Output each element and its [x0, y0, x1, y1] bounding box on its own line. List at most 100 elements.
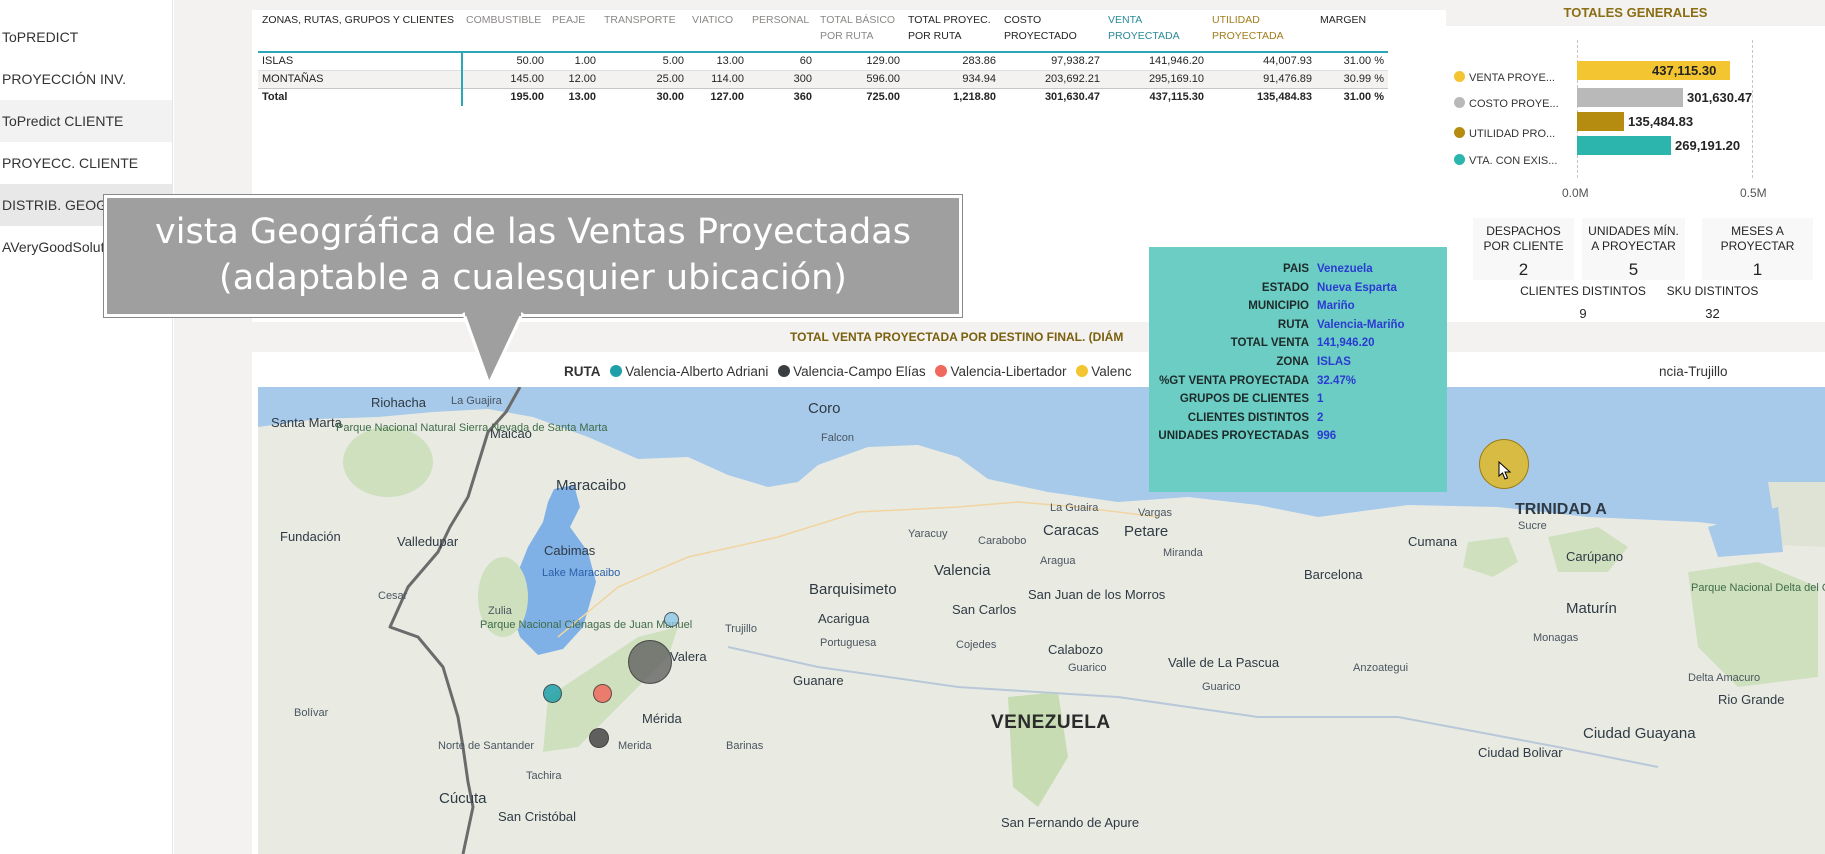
col-header-peaje[interactable]: PEAJE: [548, 10, 600, 53]
tooltip-value: Venezuela: [1317, 263, 1373, 275]
kpi-value: 5: [1628, 260, 1639, 279]
legend-title: RUTA: [564, 364, 601, 379]
nav-item-topredict-cliente[interactable]: ToPredict CLIENTE: [0, 100, 172, 142]
map-label: Valledupar: [397, 534, 459, 549]
legend-item[interactable]: ncia-Trujillo: [1659, 364, 1728, 379]
page-navigation: ToPREDICT PROYECCIÓN INV. ToPredict CLIE…: [0, 0, 173, 854]
col-header-costo[interactable]: COSTO PROYECTADO: [1000, 10, 1104, 53]
col-header-combustible[interactable]: COMBUSTIBLE: [462, 10, 548, 53]
map-label: La Guajira: [451, 395, 502, 407]
tooltip-key: RUTA: [1277, 318, 1309, 331]
legend-item[interactable]: UTILIDAD PRO...: [1454, 127, 1555, 140]
tooltip-row: ESTADO Nueva Esparta: [1149, 282, 1447, 301]
nav-item-proyeccion-inv[interactable]: PROYECCIÓN INV.: [0, 58, 172, 100]
map-label: Calabozo: [1048, 642, 1103, 657]
legend-item[interactable]: Valencia-Campo Elías: [778, 364, 926, 379]
legend-label: Valencia-Campo Elías: [793, 364, 926, 379]
col-header-personal[interactable]: PERSONAL: [748, 10, 816, 53]
map-bubble-libertador[interactable]: [593, 684, 612, 703]
map-label: Bolívar: [294, 707, 329, 719]
map-label: Cabimas: [544, 543, 596, 558]
legend-label: COSTO PROYE...: [1469, 98, 1559, 110]
table-cell: 44,007.93: [1208, 51, 1316, 70]
map-bubble-campo-elias[interactable]: [628, 640, 672, 684]
table-cell: 934.94: [904, 69, 1000, 88]
legend-item[interactable]: VENTA PROYE...: [1454, 71, 1555, 84]
map-label: San Juan de los Morros: [1028, 587, 1166, 602]
col-header-viatico[interactable]: VIATICO: [688, 10, 748, 53]
table-cell: 141,946.20: [1104, 51, 1208, 70]
legend-label: Valencia-Libertador: [950, 364, 1067, 379]
tooltip-key: TOTAL VENTA: [1230, 337, 1309, 350]
legend-item[interactable]: Valenc: [1076, 364, 1132, 379]
map-canvas[interactable]: Riohacha La Guajira Santa Marta Maicao P…: [258, 387, 1825, 854]
bar-mark[interactable]: [1577, 136, 1671, 155]
tooltip-key: CLIENTES DISTINTOS: [1187, 411, 1309, 424]
col-header-margen[interactable]: MARGEN: [1316, 10, 1388, 53]
legend-dot: [778, 365, 791, 377]
tooltip-key: MUNICIPIO: [1248, 300, 1309, 313]
map-bubble-trujillo[interactable]: [664, 612, 679, 627]
map-label: Caracas: [1043, 522, 1099, 539]
table-cell: 30.00: [600, 87, 688, 106]
axis-gridline: [1752, 40, 1753, 178]
table-cell: 301,630.47: [1000, 87, 1104, 106]
tooltip-row: %GT VENTA PROYECTADA 32.47%: [1149, 375, 1447, 394]
legend-item[interactable]: Valencia-Alberto Adriani: [610, 364, 768, 379]
tooltip-key: UNIDADES PROYECTADAS: [1158, 430, 1309, 443]
legend-item[interactable]: VTA. CON EXIS...: [1454, 154, 1557, 167]
col-header-total-proyec[interactable]: TOTAL PROYEC. POR RUTA: [904, 10, 1000, 53]
map-bubble-alberto-adriani[interactable]: [543, 684, 562, 703]
nav-item-proyecc-cliente[interactable]: PROYECC. CLIENTE: [0, 142, 172, 184]
map-label: Guarico: [1068, 662, 1107, 674]
tooltip-key: PAIS: [1283, 263, 1309, 275]
annotation-callout: vista Geográfica de las Ventas Proyectad…: [104, 195, 962, 317]
map-title: TOTAL VENTA PROYECTADA POR DESTINO FINAL…: [790, 330, 1124, 344]
map-label: Miranda: [1163, 547, 1203, 559]
tooltip-row: UNIDADES PROYECTADAS 996: [1149, 430, 1447, 449]
table-cell: 60: [748, 51, 816, 70]
map-label: Barinas: [726, 740, 764, 752]
table-row[interactable]: MONTAÑAS 145.00 12.00 25.00 114.00 300 5…: [258, 69, 1388, 88]
bar-mark[interactable]: [1577, 88, 1683, 107]
table-cell: 50.00: [461, 51, 548, 70]
table-row[interactable]: ISLAS 50.00 1.00 5.00 13.00 60 129.00 28…: [258, 51, 1388, 70]
map-visual[interactable]: TOTAL VENTA PROYECTADA POR DESTINO FINAL…: [252, 322, 1825, 854]
table-cell: 114.00: [688, 69, 748, 88]
map-label: Barquisimeto: [809, 581, 897, 598]
map-label: Lake Maracaibo: [542, 567, 621, 579]
legend-item[interactable]: Valencia-Libertador: [935, 364, 1067, 379]
map-label: Carabobo: [978, 535, 1027, 547]
totales-generales-chart[interactable]: TOTALES GENERALES VENTA PROYE... COSTO P…: [1446, 0, 1825, 220]
tooltip-row: GRUPOS DE CLIENTES 1: [1149, 393, 1447, 412]
bar-mark[interactable]: [1577, 112, 1624, 131]
nav-item-topredict[interactable]: ToPREDICT: [0, 16, 172, 58]
table-cell: 360: [748, 87, 816, 106]
kpi-title: CLIENTES DISTINTOS: [1520, 284, 1646, 298]
col-header-utilidad[interactable]: UTILIDAD PROYECTADA: [1208, 10, 1316, 53]
legend-item[interactable]: COSTO PROYE...: [1454, 97, 1559, 110]
col-header-total-basico[interactable]: TOTAL BÁSICO POR RUTA: [816, 10, 904, 53]
tooltip-value: 1: [1317, 393, 1324, 406]
kpi-meses-a-proyectar: MESES A PROYECTAR 1: [1702, 218, 1813, 280]
legend-label: VENTA PROYE...: [1469, 72, 1555, 84]
tooltip-value: ISLAS: [1317, 355, 1351, 368]
table-total-row: Total 195.00 13.00 30.00 127.00 360 725.…: [258, 87, 1388, 106]
col-header-zonas[interactable]: ZONAS, RUTAS, GRUPOS Y CLIENTES: [258, 10, 462, 53]
tooltip-key: ZONA: [1276, 355, 1309, 368]
col-header-venta[interactable]: VENTA PROYECTADA: [1104, 10, 1208, 53]
map-label: Maturín: [1566, 600, 1617, 617]
map-label: Anzoategui: [1353, 662, 1409, 674]
map-label: Norte de Santander: [438, 740, 535, 752]
map-label: Parque Nacional Delta del Orinoco: [1691, 582, 1825, 594]
tooltip-value: Nueva Esparta: [1317, 281, 1397, 294]
table-cell: 195.00: [461, 87, 548, 106]
col-header-transporte[interactable]: TRANSPORTE: [600, 10, 688, 53]
map-label: Cumana: [1408, 534, 1458, 549]
map-label: Aragua: [1040, 555, 1076, 567]
map-label: Valera: [670, 649, 707, 664]
map-label: Delta Amacuro: [1688, 672, 1761, 684]
table-cell: 725.00: [816, 87, 904, 106]
map-bubble-campo-elias-2[interactable]: [589, 728, 609, 748]
map-label: Cesar: [378, 590, 408, 602]
